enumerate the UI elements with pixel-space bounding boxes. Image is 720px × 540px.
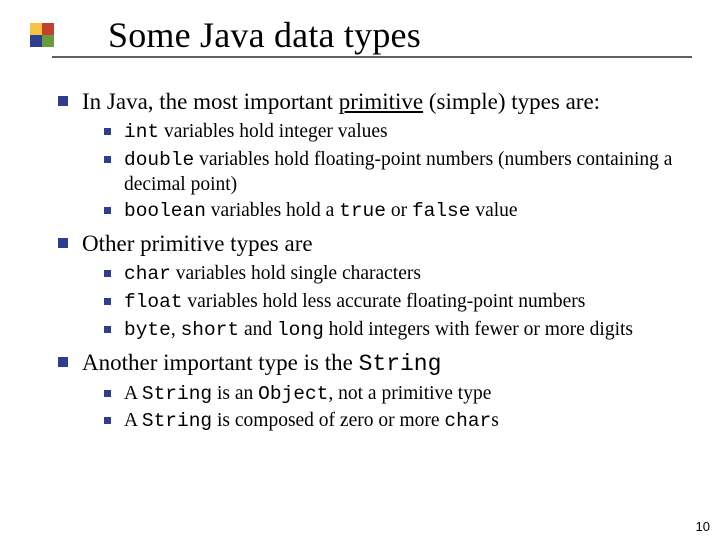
sub-list: A String is an Object, not a primitive t… <box>104 382 698 435</box>
square-bullet-icon <box>58 357 68 367</box>
square-bullet-icon <box>104 390 111 397</box>
accent-sq-blue <box>30 35 42 47</box>
accent-logo <box>30 23 54 47</box>
bullet-level2: double variables hold floating-point num… <box>104 148 698 197</box>
bullet-level2: byte, short and long hold integers with … <box>104 318 698 343</box>
square-bullet-icon <box>58 96 68 106</box>
bullet-level1: In Java, the most important primitive (s… <box>58 88 698 116</box>
code-keyword: int <box>124 121 159 143</box>
slide: Some Java data types In Java, the most i… <box>0 0 720 540</box>
text: variables hold floating-point numbers (n… <box>124 149 672 195</box>
code-keyword: char <box>444 410 491 432</box>
code-keyword: String <box>142 410 212 432</box>
text: Another important type is the <box>82 350 359 375</box>
accent-sq-red <box>42 23 54 35</box>
bullet-level1: Another important type is the String <box>58 349 698 378</box>
page-title: Some Java data types <box>108 14 421 56</box>
code-keyword: String <box>359 351 442 377</box>
code-keyword: false <box>412 200 471 222</box>
code-keyword: String <box>142 383 212 405</box>
text: variables hold single characters <box>171 263 421 284</box>
square-bullet-icon <box>104 417 111 424</box>
text: hold integers with fewer or more digits <box>324 319 633 340</box>
text: and <box>239 319 277 340</box>
text: or <box>386 200 412 221</box>
bullet-text: Other primitive types are <box>82 230 313 258</box>
code-keyword: true <box>339 200 386 222</box>
code-keyword: Object <box>258 383 328 405</box>
text: , not a primitive type <box>328 383 491 404</box>
sub-list: int variables hold integer values double… <box>104 120 698 224</box>
text: , <box>171 319 181 340</box>
bullet-level1: Other primitive types are <box>58 230 698 258</box>
bullet-text: byte, short and long hold integers with … <box>124 318 633 343</box>
page-number: 10 <box>696 519 710 534</box>
square-bullet-icon <box>104 326 111 333</box>
code-keyword: short <box>181 319 240 341</box>
body: In Java, the most important primitive (s… <box>58 82 698 440</box>
title-bar: Some Java data types <box>0 14 720 56</box>
square-bullet-icon <box>104 270 111 277</box>
text: A <box>124 383 142 404</box>
bullet-text: int variables hold integer values <box>124 120 388 145</box>
accent-sq-yellow <box>30 23 42 35</box>
accent-sq-green <box>42 35 54 47</box>
square-bullet-icon <box>104 128 111 135</box>
bullet-text: char variables hold single characters <box>124 262 421 287</box>
bullet-text: A String is composed of zero or more cha… <box>124 409 499 434</box>
text: is an <box>212 383 258 404</box>
sub-list: char variables hold single characters fl… <box>104 262 698 342</box>
bullet-level2: float variables hold less accurate float… <box>104 290 698 315</box>
bullet-level2: A String is composed of zero or more cha… <box>104 409 698 434</box>
bullet-level2: int variables hold integer values <box>104 120 698 145</box>
code-keyword: long <box>277 319 324 341</box>
bullet-text: boolean variables hold a true or false v… <box>124 199 518 224</box>
text: value <box>470 200 517 221</box>
bullet-text: Another important type is the String <box>82 349 441 378</box>
bullet-level2: A String is an Object, not a primitive t… <box>104 382 698 407</box>
code-keyword: char <box>124 263 171 285</box>
bullet-text: double variables hold floating-point num… <box>124 148 698 197</box>
text: (simple) types are: <box>423 89 600 114</box>
text: A <box>124 410 142 431</box>
code-keyword: byte <box>124 319 171 341</box>
code-keyword: boolean <box>124 200 206 222</box>
square-bullet-icon <box>104 298 111 305</box>
text: variables hold a <box>206 200 339 221</box>
code-keyword: double <box>124 149 194 171</box>
square-bullet-icon <box>104 207 111 214</box>
square-bullet-icon <box>104 156 111 163</box>
bullet-level2: char variables hold single characters <box>104 262 698 287</box>
bullet-text: A String is an Object, not a primitive t… <box>124 382 491 407</box>
text: is composed of zero or more <box>212 410 444 431</box>
square-bullet-icon <box>58 238 68 248</box>
text: s <box>491 410 499 431</box>
text: In Java, the most important <box>82 89 339 114</box>
title-rule <box>52 56 692 58</box>
text: variables hold integer values <box>159 121 388 142</box>
underlined-word: primitive <box>339 89 423 114</box>
bullet-level2: boolean variables hold a true or false v… <box>104 199 698 224</box>
bullet-text: In Java, the most important primitive (s… <box>82 88 600 116</box>
code-keyword: float <box>124 291 183 313</box>
text: variables hold less accurate floating-po… <box>183 291 586 312</box>
bullet-text: float variables hold less accurate float… <box>124 290 585 315</box>
